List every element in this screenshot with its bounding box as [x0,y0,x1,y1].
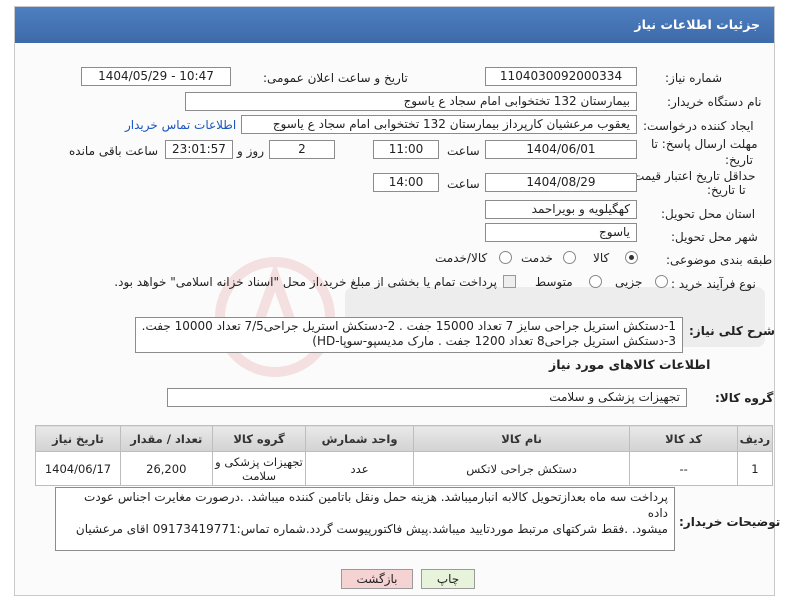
announce-datetime-field: 1404/05/29 - 10:47 [81,67,231,86]
treasury-checkbox[interactable] [503,275,516,288]
process-radio-minor[interactable] [655,275,668,288]
description-line-2: 3-دستکش استریل جراحی8 تعداد 1200 جفت . م… [312,334,676,348]
deadline-label-line2: تاریخ: [725,153,753,167]
deadline-time-label: ساعت [447,144,480,158]
goods-section-title: اطلاعات کالاهای مورد نیاز [549,357,711,372]
province-field: کهگیلویه و بویراحمد [485,200,637,219]
cell-name: دستکش جراحی لاتکس [412,451,631,486]
deadline-label-line1: مهلت ارسال پاسخ: تا [651,137,758,151]
buyer-notes-line-2: میشود. .فقط شرکتهای مرتبط موردتایید میبا… [75,522,668,536]
contact-buyer-link[interactable]: اطلاعات تماس خریدار [125,118,236,132]
cell-code: -- [629,451,738,486]
col-name: نام کالا [412,425,631,452]
need-number-field: 1104030092000334 [485,67,637,86]
buyer-notes-line-1: پرداخت سه ماه بعدازتحویل کالابه انبارمیب… [84,490,668,520]
buyer-notes-label: توضیحات خریدار: [679,515,781,529]
col-row: ردیف [736,425,774,452]
process-option-minor: جزیی [615,275,643,289]
remaining-label: ساعت باقی مانده [69,144,159,158]
category-option-service: خدمت [521,251,553,265]
days-label: روز و [237,144,264,158]
category-radio-goods[interactable] [625,251,638,264]
goods-group-label: گروه کالا: [715,391,774,405]
creator-field: یعقوب مرعشیان کارپرداز بیمارستان 132 تخت… [241,115,637,134]
province-label: استان محل تحویل: [661,207,756,221]
description-field: 1-دستکش استریل جراحی سایز 7 تعداد 15000 … [135,317,683,353]
print-button[interactable]: چاپ [421,569,475,589]
cell-row: 1 [736,451,774,486]
deadline-date-field: 1404/06/01 [485,140,637,159]
validity-time-label: ساعت [447,177,480,191]
goods-group-field: تجهیزات پزشکی و سلامت [167,388,687,407]
goods-table: ردیف کد کالا نام کالا واحد شمارش گروه کا… [35,425,774,486]
cell-unit: عدد [305,451,414,486]
category-option-goods: کالا [593,251,610,265]
col-date: تاریخ نیاز [35,425,121,452]
city-field: یاسوج [485,223,637,242]
buyer-notes-field: پرداخت سه ماه بعدازتحویل کالابه انبارمیب… [55,487,675,551]
cell-qty: 26,200 [119,451,213,486]
description-label: شرح کلی نیاز: [689,324,775,338]
category-radio-goods-service[interactable] [499,251,512,264]
need-number-label: شماره نیاز: [665,71,722,85]
payment-note: پرداخت تمام یا بخشی از مبلغ خرید،از محل … [114,275,497,289]
cell-date: 1404/06/17 [35,451,121,486]
validity-label-line2: تا تاریخ: [707,183,746,197]
buyer-label: نام دستگاه خریدار: [667,95,762,109]
process-radio-medium[interactable] [589,275,602,288]
cell-group: تجهیزات پزشکی و سلامت [211,451,307,486]
col-unit: واحد شمارش [305,425,414,452]
table-row: 1 -- دستکش جراحی لاتکس عدد تجهیزات پزشکی… [35,451,774,486]
remaining-time-field: 23:01:57 [165,140,233,159]
validity-date-field: 1404/08/29 [485,173,637,192]
process-option-medium: متوسط [535,275,573,289]
validity-time-field: 14:00 [373,173,439,192]
col-qty: تعداد / مقدار [119,425,213,452]
goods-table-header: ردیف کد کالا نام کالا واحد شمارش گروه کا… [35,425,774,452]
announce-label: تاریخ و ساعت اعلان عمومی: [263,71,408,85]
process-label: نوع فرآیند خرید : [671,277,756,291]
creator-label: ایجاد کننده درخواست: [643,119,754,133]
details-panel: جزئیات اطلاعات نیاز شماره نیاز: 11040300… [14,6,780,596]
panel-header: جزئیات اطلاعات نیاز [15,7,774,43]
category-radio-service[interactable] [563,251,576,264]
category-label: طبقه بندی موضوعی: [666,253,773,267]
buyer-field: بیمارستان 132 تختخوابی امام سجاد ع یاسوج [185,92,637,111]
days-count-field: 2 [269,140,335,159]
validity-label-line1: حداقل تاریخ اعتبار قیمت: [629,169,756,183]
city-label: شهر محل تحویل: [671,230,758,244]
category-option-goods-service: کالا/خدمت [435,251,488,265]
col-code: کد کالا [629,425,738,452]
description-line-1: 1-دستکش استریل جراحی سایز 7 تعداد 15000 … [141,319,676,333]
deadline-time-field: 11:00 [373,140,439,159]
col-group: گروه کالا [211,425,307,452]
back-button[interactable]: بازگشت [341,569,413,589]
